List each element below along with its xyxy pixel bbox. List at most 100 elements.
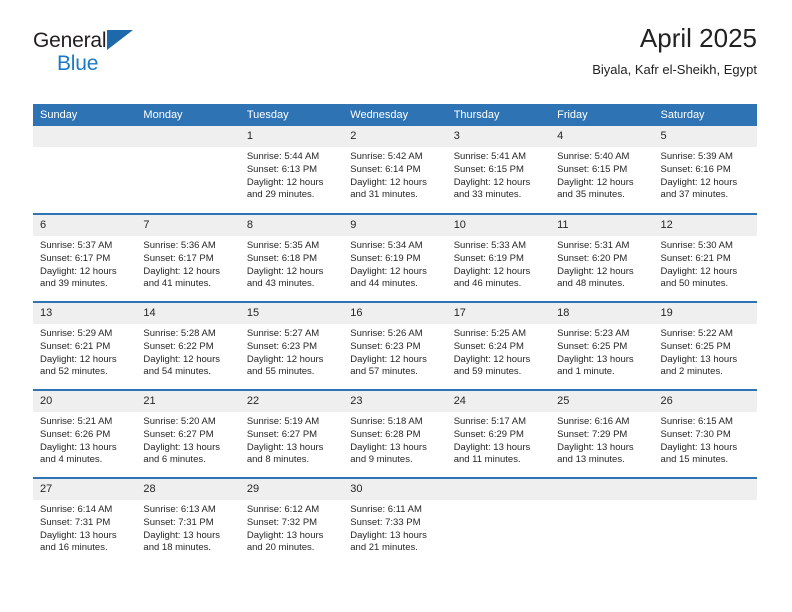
calendar-cell-day-28[interactable]: 28 Sunrise: 6:13 AM Sunset: 7:31 PM Dayligh… [136, 477, 240, 566]
daylight-text-line1: Daylight: 12 hours [143, 353, 220, 365]
day-details: Sunrise: 5:18 AM Sunset: 6:28 PM Daylight:… [343, 412, 446, 467]
daylight-text-line2: and 15 minutes. [660, 454, 729, 466]
day-details: Sunrise: 5:33 AM Sunset: 6:19 PM Daylight:… [447, 236, 550, 291]
daylight-text-line1: Daylight: 12 hours [453, 176, 531, 188]
daylight-text-line1: Daylight: 13 hours [40, 441, 117, 453]
calendar-cell-day-13[interactable]: 13 Sunrise: 5:29 AM Sunset: 6:21 PM Dayligh… [33, 301, 137, 390]
daylight-text-line2: and 37 minutes. [660, 189, 729, 201]
calendar-cell-day-16[interactable]: 16 Sunrise: 5:26 AM Sunset: 6:23 PM Dayligh… [343, 301, 447, 390]
sunrise-text: Sunrise: 5:40 AM [557, 151, 630, 162]
calendar-cell-day-27[interactable]: 27 Sunrise: 6:14 AM Sunset: 7:31 PM Dayligh… [33, 477, 137, 566]
page-header: General Blue April 2025 Biyala, Kafr el-… [33, 22, 757, 100]
daylight-text-line2: and 41 minutes. [143, 278, 212, 290]
weekday-header-monday: Monday [136, 104, 240, 126]
sunrise-text: Sunrise: 5:17 AM [453, 416, 527, 427]
sunset-text: Sunset: 6:13 PM [246, 163, 318, 175]
daylight-text-line2: and 6 minutes. [143, 454, 206, 466]
day-number: 2 [343, 126, 447, 147]
sunrise-text: Sunrise: 5:41 AM [453, 151, 527, 162]
sunset-text: Sunset: 6:22 PM [143, 340, 214, 352]
day-details: Sunrise: 5:26 AM Sunset: 6:23 PM Daylight:… [343, 324, 446, 379]
day-number: 24 [446, 391, 551, 412]
sunrise-text: Sunrise: 5:25 AM [453, 328, 527, 339]
sunset-text: Sunset: 6:29 PM [453, 428, 524, 440]
calendar-cell-day-2[interactable]: 2 Sunrise: 5:42 AM Sunset: 6:14 PM Daylight… [343, 126, 447, 214]
brand-logo-top-row: General [33, 30, 183, 52]
calendar-cell-day-14[interactable]: 14 Sunrise: 5:28 AM Sunset: 6:22 PM Dayligh… [136, 301, 240, 390]
calendar-cell-day-21[interactable]: 21 Sunrise: 5:20 AM Sunset: 6:27 PM Dayligh… [136, 389, 240, 478]
day-details: Sunrise: 5:42 AM Sunset: 6:14 PM Daylight:… [343, 147, 446, 202]
calendar-cell-day-24[interactable]: 24 Sunrise: 5:17 AM Sunset: 6:29 PM Dayligh… [446, 389, 551, 478]
weekday-header-saturday: Saturday [653, 104, 757, 126]
calendar-cell-day-25[interactable]: 25 Sunrise: 6:16 AM Sunset: 7:29 PM Dayligh… [550, 389, 654, 478]
day-number: 5 [653, 126, 757, 147]
brand-name-general: General [33, 29, 107, 52]
weekday-header-sunday: Sunday [33, 104, 137, 126]
calendar-cell-day-30[interactable]: 30 Sunrise: 6:11 AM Sunset: 7:33 PM Dayligh… [343, 477, 447, 566]
day-number: 19 [653, 303, 757, 324]
daylight-text-line2: and 20 minutes. [246, 542, 315, 554]
daylight-text-line2: and 59 minutes. [453, 366, 522, 378]
day-number: 11 [550, 215, 654, 236]
daylight-text-line1: Daylight: 12 hours [350, 176, 427, 188]
sunset-text: Sunset: 7:31 PM [40, 516, 111, 528]
sunset-text: Sunset: 7:31 PM [143, 516, 214, 528]
calendar-cell-day-3[interactable]: 3 Sunrise: 5:41 AM Sunset: 6:15 PM Daylight… [446, 126, 551, 214]
daylight-text-line2: and 29 minutes. [246, 189, 315, 201]
calendar-cell-day-8[interactable]: 8 Sunrise: 5:35 AM Sunset: 6:18 PM Daylight… [239, 213, 344, 302]
calendar-cell-day-1[interactable]: 1 Sunrise: 5:44 AM Sunset: 6:13 PM Daylight… [239, 126, 344, 214]
calendar-cell-empty [653, 477, 757, 566]
calendar-week-row: 1 Sunrise: 5:44 AM Sunset: 6:13 PM Daylight… [33, 126, 757, 214]
calendar-cell-day-17[interactable]: 17 Sunrise: 5:25 AM Sunset: 6:24 PM Dayligh… [446, 301, 551, 390]
daylight-text-line2: and 31 minutes. [350, 189, 418, 201]
calendar-cell-day-5[interactable]: 5 Sunrise: 5:39 AM Sunset: 6:16 PM Daylight… [653, 126, 757, 214]
calendar-cell-day-7[interactable]: 7 Sunrise: 5:36 AM Sunset: 6:17 PM Daylight… [136, 213, 240, 302]
brand-logo[interactable]: General Blue [33, 30, 183, 86]
sunrise-text: Sunrise: 6:12 AM [246, 504, 320, 515]
sunset-text: Sunset: 7:30 PM [660, 428, 731, 440]
calendar-week-row: 13 Sunrise: 5:29 AM Sunset: 6:21 PM Dayligh… [33, 301, 757, 390]
day-number: 14 [136, 303, 240, 324]
sunset-text: Sunset: 6:23 PM [246, 340, 318, 352]
calendar-cell-day-11[interactable]: 11 Sunrise: 5:31 AM Sunset: 6:20 PM Dayligh… [550, 213, 654, 302]
calendar-cell-day-10[interactable]: 10 Sunrise: 5:33 AM Sunset: 6:19 PM Dayligh… [446, 213, 551, 302]
daylight-text-line1: Daylight: 12 hours [557, 265, 634, 277]
calendar-cell-day-19[interactable]: 19 Sunrise: 5:22 AM Sunset: 6:25 PM Dayligh… [653, 301, 757, 390]
sunrise-text: Sunrise: 6:13 AM [143, 504, 216, 515]
calendar-cell-day-4[interactable]: 4 Sunrise: 5:40 AM Sunset: 6:15 PM Daylight… [550, 126, 654, 214]
day-number [653, 479, 757, 500]
daylight-text-line1: Daylight: 12 hours [660, 265, 738, 277]
calendar-cell-day-23[interactable]: 23 Sunrise: 5:18 AM Sunset: 6:28 PM Dayligh… [343, 389, 447, 478]
calendar-cell-day-26[interactable]: 26 Sunrise: 6:15 AM Sunset: 7:30 PM Dayligh… [653, 389, 757, 478]
day-number: 9 [343, 215, 447, 236]
daylight-text-line2: and 11 minutes. [453, 454, 521, 466]
weekday-header-wednesday: Wednesday [343, 104, 447, 126]
day-details: Sunrise: 6:12 AM Sunset: 7:32 PM Daylight:… [240, 500, 343, 555]
daylight-text-line2: and 44 minutes. [350, 278, 418, 290]
daylight-text-line2: and 8 minutes. [246, 454, 310, 466]
sunrise-text: Sunrise: 5:35 AM [246, 240, 320, 251]
day-details: Sunrise: 5:40 AM Sunset: 6:15 PM Daylight:… [550, 147, 653, 202]
daylight-text-line2: and 46 minutes. [453, 278, 522, 290]
day-details: Sunrise: 6:16 AM Sunset: 7:29 PM Daylight:… [550, 412, 653, 467]
calendar-cell-day-22[interactable]: 22 Sunrise: 5:19 AM Sunset: 6:27 PM Dayligh… [239, 389, 344, 478]
daylight-text-line2: and 13 minutes. [557, 454, 625, 466]
title-block: April 2025 Biyala, Kafr el-Sheikh, Egypt [592, 22, 757, 80]
calendar-cell-day-18[interactable]: 18 Sunrise: 5:23 AM Sunset: 6:25 PM Dayligh… [550, 301, 654, 390]
sunset-text: Sunset: 6:19 PM [350, 252, 421, 264]
daylight-text-line2: and 52 minutes. [40, 366, 108, 378]
weekday-header-thursday: Thursday [446, 104, 551, 126]
sunrise-text: Sunrise: 5:30 AM [660, 240, 733, 251]
calendar-cell-day-6[interactable]: 6 Sunrise: 5:37 AM Sunset: 6:17 PM Daylight… [33, 213, 137, 302]
calendar-cell-day-9[interactable]: 9 Sunrise: 5:34 AM Sunset: 6:19 PM Daylight… [343, 213, 447, 302]
calendar-cell-day-12[interactable]: 12 Sunrise: 5:30 AM Sunset: 6:21 PM Dayligh… [653, 213, 757, 302]
day-details: Sunrise: 6:15 AM Sunset: 7:30 PM Daylight:… [654, 412, 757, 467]
calendar-cell-empty [446, 477, 551, 566]
sunset-text: Sunset: 6:25 PM [660, 340, 731, 352]
sunrise-text: Sunrise: 6:15 AM [660, 416, 733, 427]
calendar-cell-day-20[interactable]: 20 Sunrise: 5:21 AM Sunset: 6:26 PM Dayligh… [33, 389, 137, 478]
sunset-text: Sunset: 6:27 PM [143, 428, 214, 440]
daylight-text-line2: and 4 minutes. [40, 454, 103, 466]
calendar-cell-day-29[interactable]: 29 Sunrise: 6:12 AM Sunset: 7:32 PM Dayligh… [239, 477, 344, 566]
calendar-cell-day-15[interactable]: 15 Sunrise: 5:27 AM Sunset: 6:23 PM Dayligh… [239, 301, 344, 390]
